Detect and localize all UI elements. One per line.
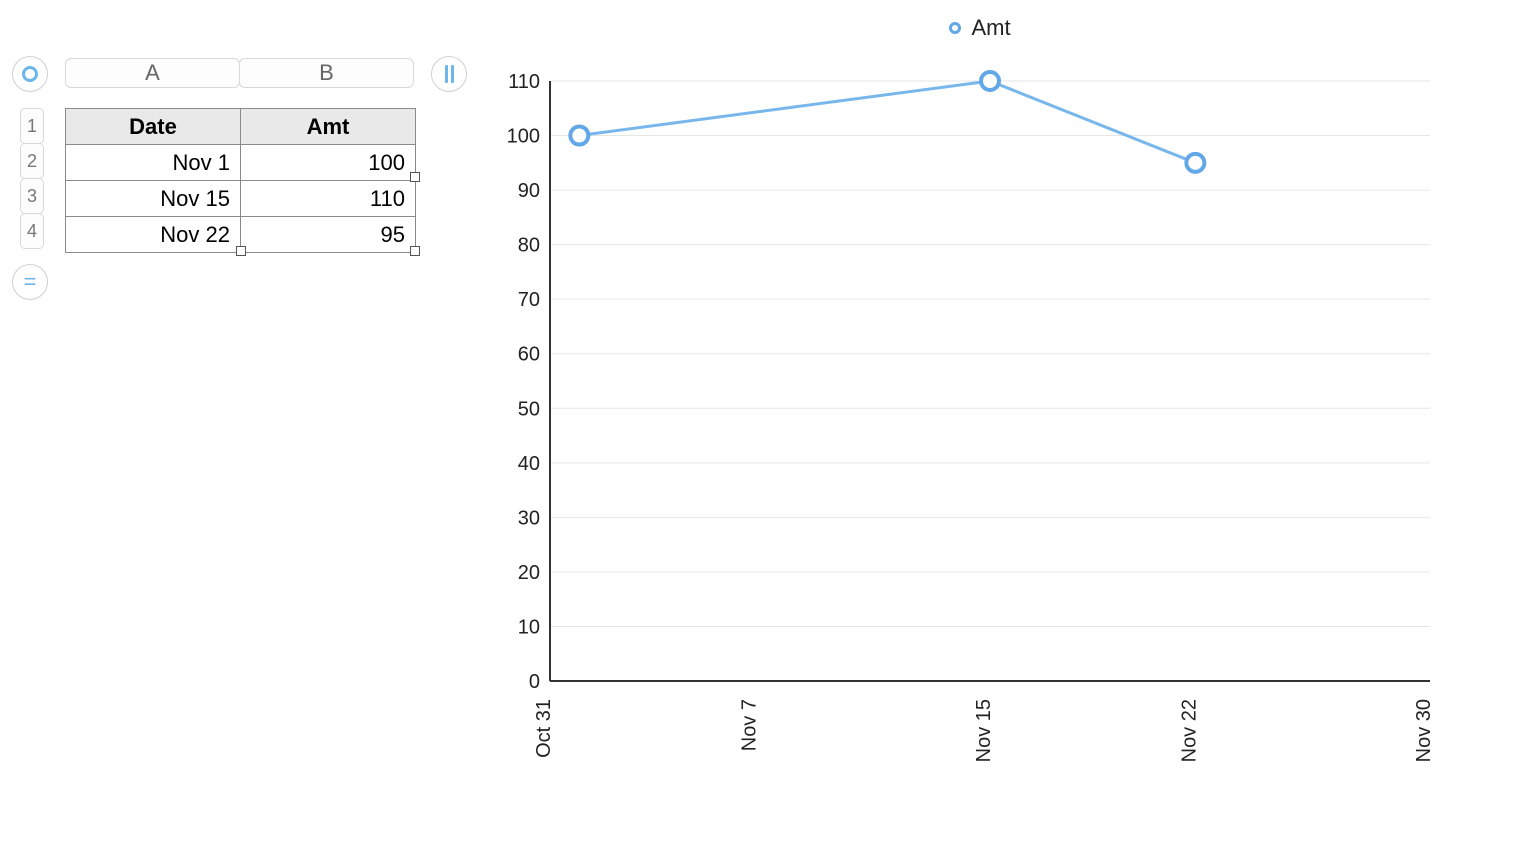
column-header-b[interactable]: B bbox=[239, 58, 414, 88]
svg-text:60: 60 bbox=[518, 344, 540, 366]
row-number-3[interactable]: 3 bbox=[20, 178, 44, 214]
svg-text:40: 40 bbox=[518, 453, 540, 475]
column-header-a[interactable]: A bbox=[65, 58, 240, 88]
chart-legend: Amt bbox=[480, 15, 1480, 41]
svg-text:Oct 31: Oct 31 bbox=[533, 699, 555, 758]
cell-amt[interactable]: 100 bbox=[241, 145, 416, 181]
cell-date[interactable]: Nov 1 bbox=[66, 145, 241, 181]
row-numbers: 1 2 3 4 bbox=[20, 108, 44, 248]
row-number-2[interactable]: 2 bbox=[20, 143, 44, 179]
legend-label: Amt bbox=[971, 15, 1010, 41]
cell-date[interactable]: Nov 15 bbox=[66, 181, 241, 217]
svg-text:30: 30 bbox=[518, 507, 540, 529]
ring-icon bbox=[22, 66, 38, 82]
chart-svg: 0 10 20 30 40 50 60 70 80 90 100 110 Oct 31 Nov 7 Nov … bbox=[490, 51, 1450, 791]
row-number-4[interactable]: 4 bbox=[20, 213, 44, 249]
svg-text:0: 0 bbox=[529, 671, 540, 693]
svg-text:90: 90 bbox=[518, 180, 540, 202]
svg-text:Nov 30: Nov 30 bbox=[1413, 699, 1435, 762]
row-number-1[interactable]: 1 bbox=[20, 108, 44, 144]
svg-text:Nov 7: Nov 7 bbox=[738, 699, 760, 751]
header-amt[interactable]: Amt bbox=[241, 109, 416, 145]
header-date[interactable]: Date bbox=[66, 109, 241, 145]
chart-area: Amt 0 10 20 30 40 50 60 70 80 90 100 110 Oct 31 Nov 7… bbox=[480, 15, 1480, 805]
svg-text:80: 80 bbox=[518, 235, 540, 257]
data-table: Date Amt Nov 1 100 Nov 15 110 Nov 22 95 bbox=[65, 108, 416, 253]
add-column-button[interactable] bbox=[431, 56, 467, 92]
add-row-button[interactable]: = bbox=[12, 264, 48, 300]
legend-marker-icon bbox=[949, 22, 961, 34]
selection-handle[interactable] bbox=[410, 172, 420, 182]
table-row: Nov 15 110 bbox=[66, 181, 416, 217]
svg-text:70: 70 bbox=[518, 289, 540, 311]
selection-handle[interactable] bbox=[410, 246, 420, 256]
columns-icon bbox=[445, 65, 454, 83]
equals-icon: = bbox=[24, 269, 37, 295]
svg-text:10: 10 bbox=[518, 616, 540, 638]
svg-text:100: 100 bbox=[507, 126, 540, 148]
table-corner-button[interactable] bbox=[12, 56, 48, 92]
svg-text:Nov 22: Nov 22 bbox=[1178, 699, 1200, 762]
svg-text:110: 110 bbox=[508, 71, 540, 93]
svg-text:Nov 15: Nov 15 bbox=[973, 699, 995, 762]
cell-date[interactable]: Nov 22 bbox=[66, 217, 241, 253]
table-header-row: Date Amt bbox=[66, 109, 416, 145]
cell-amt[interactable]: 110 bbox=[241, 181, 416, 217]
column-headers: A B bbox=[65, 58, 413, 88]
svg-text:20: 20 bbox=[518, 562, 540, 584]
cell-amt[interactable]: 95 bbox=[241, 217, 416, 253]
table-row: Nov 1 100 bbox=[66, 145, 416, 181]
selection-handle[interactable] bbox=[236, 246, 246, 256]
chart-plot[interactable]: 0102030405060708090100110Oct 31Nov 7Nov … bbox=[490, 51, 1450, 711]
svg-text:50: 50 bbox=[518, 398, 540, 420]
